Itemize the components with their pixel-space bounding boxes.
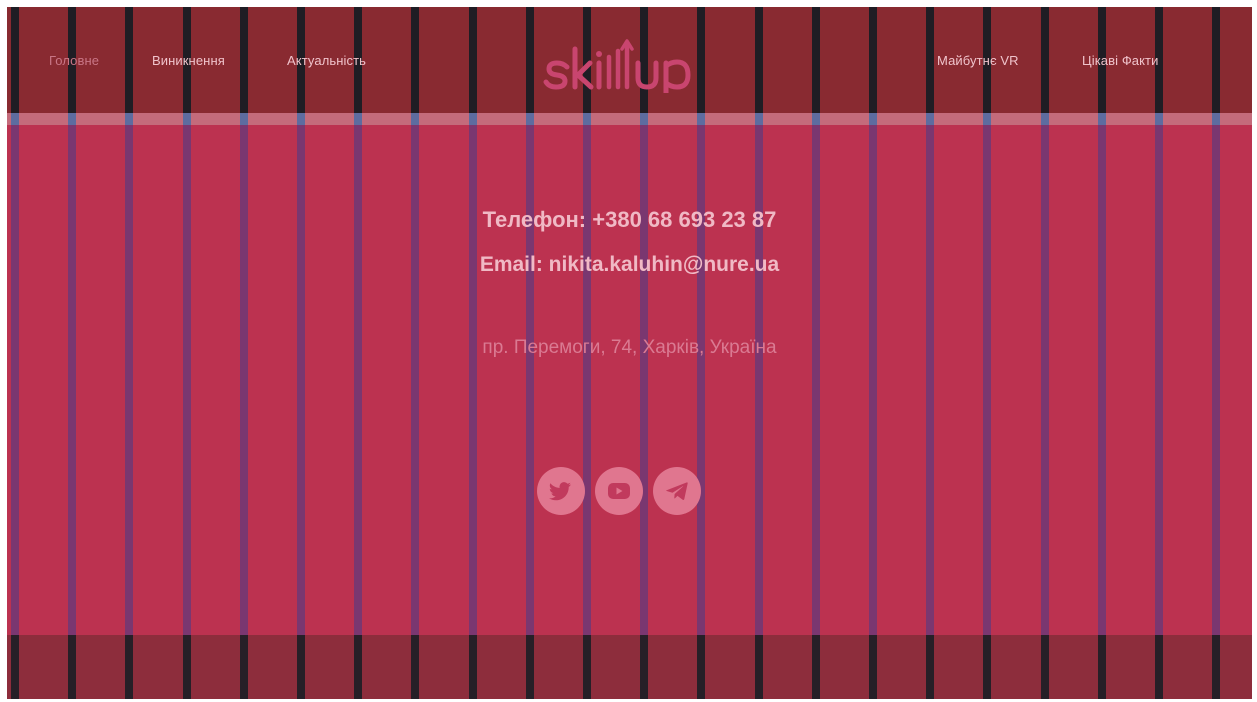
contact-email[interactable]: Email: nikita.kaluhin@nure.ua — [7, 253, 1252, 277]
footer — [7, 635, 1252, 699]
youtube-link[interactable] — [595, 467, 643, 515]
nav-link-origin[interactable]: Виникнення — [152, 53, 225, 68]
twitter-link[interactable] — [537, 467, 585, 515]
header-divider — [7, 113, 1252, 125]
page: Головне Виникнення Актуальність Майбутнє… — [7, 7, 1252, 699]
contact-phone: Телефон: +380 68 693 23 87 — [482, 207, 777, 232]
nav-link-future-vr[interactable]: Майбутнє VR — [937, 53, 1019, 68]
skillup-logo[interactable] — [543, 37, 703, 93]
contact-section — [7, 125, 1252, 635]
nav-link-facts[interactable]: Цікаві Факти — [1082, 53, 1158, 68]
nav-link-relevance[interactable]: Актуальність — [287, 53, 366, 68]
telegram-icon — [665, 482, 688, 500]
nav-link-home[interactable]: Головне — [49, 53, 99, 68]
youtube-icon — [608, 483, 630, 499]
social-links — [537, 467, 707, 517]
telegram-link[interactable] — [653, 467, 701, 515]
twitter-icon — [549, 482, 571, 501]
contact-address: пр. Перемоги, 74, Харків, Україна — [482, 337, 777, 358]
